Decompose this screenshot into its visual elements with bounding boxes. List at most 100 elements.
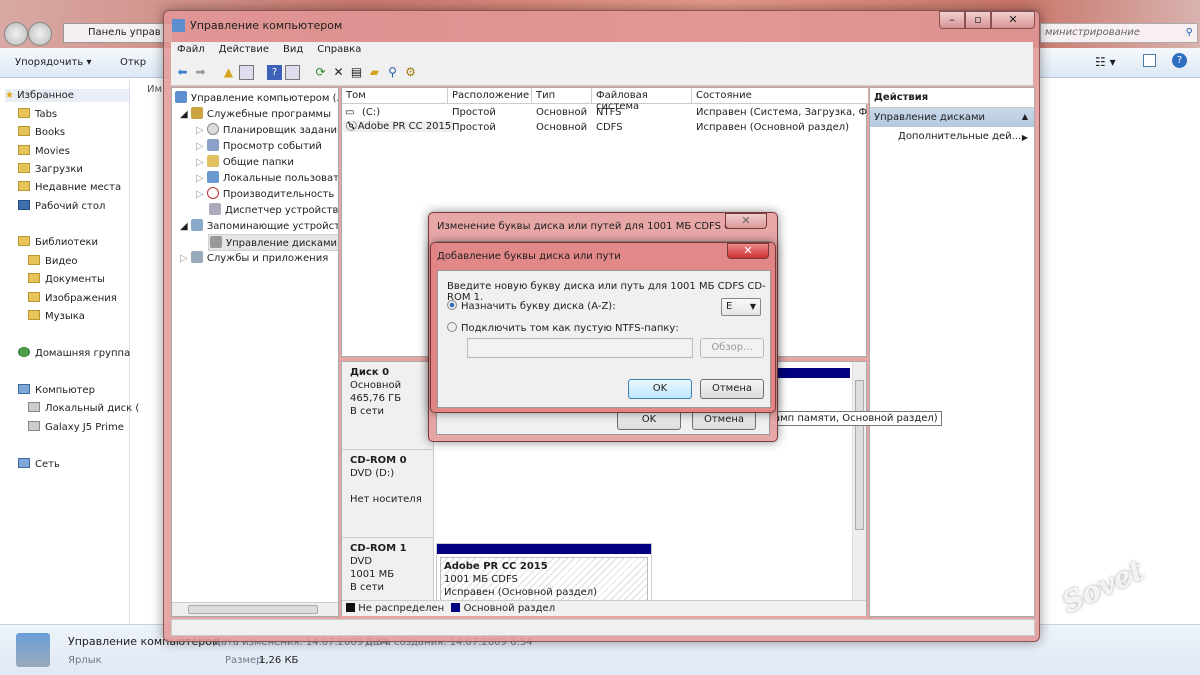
refresh-icon[interactable]: ⟳ <box>313 65 328 80</box>
nav-item-documents[interactable]: Документы <box>28 273 105 285</box>
menu-file[interactable]: Файл <box>177 44 205 55</box>
open-button[interactable]: Откр <box>120 57 146 68</box>
dialog-title: Изменение буквы диска или путей для 1001… <box>437 221 749 232</box>
nav-item-books[interactable]: Books <box>18 126 65 138</box>
view-options-icon[interactable]: ☷ ▾ <box>1095 55 1116 69</box>
mount-folder-radio[interactable]: Подключить том как пустую NTFS-папку: <box>447 322 679 334</box>
back-arrow-icon[interactable]: ⬅ <box>175 65 190 80</box>
nav-item-phone[interactable]: Galaxy J5 Prime <box>28 421 124 433</box>
more-actions[interactable]: Дополнительные дей... ▶ <box>870 127 1034 142</box>
nav-item-video[interactable]: Видео <box>28 255 78 267</box>
column-header-name[interactable]: Им <box>147 84 162 95</box>
close-button[interactable]: ✕ <box>991 11 1035 29</box>
maximize-button[interactable]: ▫ <box>965 11 991 29</box>
settings-icon[interactable]: ⚙ <box>403 65 418 80</box>
tree-disk-management[interactable]: Управление дисками <box>208 234 338 251</box>
nav-item-music[interactable]: Музыка <box>28 310 85 322</box>
nav-network[interactable]: Сеть <box>18 458 60 470</box>
nav-item-recent[interactable]: Недавние места <box>18 181 121 193</box>
tree-storage[interactable]: ◢ Запоминающие устройст <box>180 219 338 232</box>
nav-label: Изображения <box>45 293 117 304</box>
ok-button[interactable]: OK <box>628 379 692 399</box>
actions-section[interactable]: Управление дисками ▲ <box>870 108 1034 127</box>
table-row[interactable]: 💿︎Adobe PR CC 2015 Простой Основной CDFS… <box>342 120 868 135</box>
up-folder-icon[interactable]: ▲ <box>221 65 236 80</box>
nav-item-downloads[interactable]: Загрузки <box>18 163 83 175</box>
scrollbar-thumb[interactable] <box>855 380 864 530</box>
nav-item-tabs[interactable]: Tabs <box>18 108 57 120</box>
disk-label-cdrom1[interactable]: CD-ROM 1 DVD 1001 МБ В сети <box>342 538 434 602</box>
nav-libraries[interactable]: Библиотеки <box>18 236 98 248</box>
help-icon[interactable]: ? <box>267 65 282 80</box>
submenu-arrow-icon: ▶ <box>1021 133 1028 142</box>
organize-button[interactable]: Упорядочить ▾ <box>15 57 91 68</box>
cancel-button[interactable]: Отмена <box>692 410 756 430</box>
search-input[interactable]: министрирование ⚲ <box>1040 23 1198 43</box>
radio-label: Назначить букву диска (A-Z): <box>461 301 616 312</box>
drive-letter-select[interactable]: E ▼ <box>721 298 761 316</box>
tree-event-viewer[interactable]: ▷ Просмотр событий <box>196 139 322 152</box>
nav-item-pictures[interactable]: Изображения <box>28 292 117 304</box>
tree-label: Планировщик заданий <box>222 125 339 136</box>
disk-size: 1001 МБ <box>350 569 395 580</box>
tree-label: Просмотр событий <box>222 141 322 152</box>
back-button[interactable] <box>4 22 28 46</box>
tree-horizontal-scrollbar[interactable] <box>172 602 338 616</box>
tree-task-scheduler[interactable]: ▷ Планировщик заданий <box>196 123 339 136</box>
column-header-volume[interactable]: Том <box>342 88 448 104</box>
nav-favorites[interactable]: ★ Избранное <box>5 89 129 102</box>
folder-path-input[interactable] <box>467 338 693 358</box>
tree-local-users[interactable]: ▷ Локальные пользовате <box>196 171 338 184</box>
tree-performance[interactable]: ▷ Производительность <box>196 187 334 200</box>
music-icon <box>28 310 40 320</box>
column-header-filesystem[interactable]: Файловая система <box>592 88 692 112</box>
nav-item-desktop[interactable]: Рабочий стол <box>18 200 105 212</box>
nav-label: Загрузки <box>35 164 83 175</box>
forward-button[interactable] <box>28 22 52 46</box>
column-header-layout[interactable]: Расположение <box>448 88 532 104</box>
nav-item-movies[interactable]: Movies <box>18 145 70 157</box>
menu-action[interactable]: Действие <box>219 44 269 55</box>
browse-button[interactable]: Обзор... <box>700 338 764 358</box>
scrollbar-thumb[interactable] <box>188 605 318 614</box>
column-header-type[interactable]: Тип <box>532 88 592 104</box>
nav-computer[interactable]: Компьютер <box>18 384 95 396</box>
menu-view[interactable]: Вид <box>283 44 303 55</box>
show-actions-icon[interactable] <box>285 65 300 80</box>
column-header-status[interactable]: Состояние <box>692 88 868 104</box>
disk-label-disk0[interactable]: Диск 0 Основной 465,76 ГБ В сети <box>342 362 434 450</box>
assign-letter-radio[interactable]: Назначить букву диска (A-Z): <box>447 300 616 312</box>
partition-cdrom1[interactable]: Adobe PR CC 2015 1001 МБ CDFS Исправен (… <box>436 543 652 603</box>
properties-icon[interactable]: ▤ <box>349 65 364 80</box>
nav-homegroup[interactable]: Домашняя группа <box>18 347 130 359</box>
search-icon[interactable]: ⚲ <box>385 65 400 80</box>
tree-shared-folders[interactable]: ▷ Общие папки <box>196 155 294 168</box>
address-bar[interactable]: Панель управ <box>63 23 173 43</box>
cancel-button[interactable]: Отмена <box>700 379 764 399</box>
preview-pane-icon[interactable] <box>1143 54 1156 67</box>
show-tree-icon[interactable] <box>239 65 254 80</box>
dialog-close-button[interactable]: ✕ <box>727 243 769 259</box>
cell-volume-label: Adobe PR CC 2015 <box>357 121 452 132</box>
folder-icon <box>18 163 30 173</box>
tree-utilities[interactable]: ◢ Служебные программы <box>180 107 331 120</box>
nav-item-local-disk[interactable]: Локальный диск ( <box>28 402 139 414</box>
menu-help[interactable]: Справка <box>317 44 361 55</box>
event-viewer-icon <box>206 139 219 151</box>
help-icon[interactable]: ? <box>1172 53 1187 68</box>
disk-map-scrollbar[interactable] <box>852 362 866 602</box>
forward-arrow-icon[interactable]: ➡ <box>193 65 208 80</box>
tooltip: амп памяти, Основной раздел) <box>770 411 942 426</box>
tree-device-manager[interactable]: Диспетчер устройств <box>209 203 338 216</box>
tree-root[interactable]: Управление компьютером (л <box>175 91 338 104</box>
tree-services[interactable]: ▷ Службы и приложения <box>180 251 328 264</box>
ok-button[interactable]: OK <box>617 410 681 430</box>
open-folder-icon[interactable]: ▰ <box>367 65 382 80</box>
table-row[interactable]: ▭ (C:) Простой Основной NTFS Исправен (С… <box>342 105 868 120</box>
dialog-close-button[interactable]: ✕ <box>725 213 767 229</box>
minimize-button[interactable]: – <box>939 11 965 29</box>
selected-letter: E <box>726 301 733 312</box>
disk-label-cdrom0[interactable]: CD-ROM 0 DVD (D:) Нет носителя <box>342 450 434 538</box>
search-placeholder: министрирование <box>1045 27 1140 38</box>
delete-icon[interactable]: ✕ <box>331 65 346 80</box>
